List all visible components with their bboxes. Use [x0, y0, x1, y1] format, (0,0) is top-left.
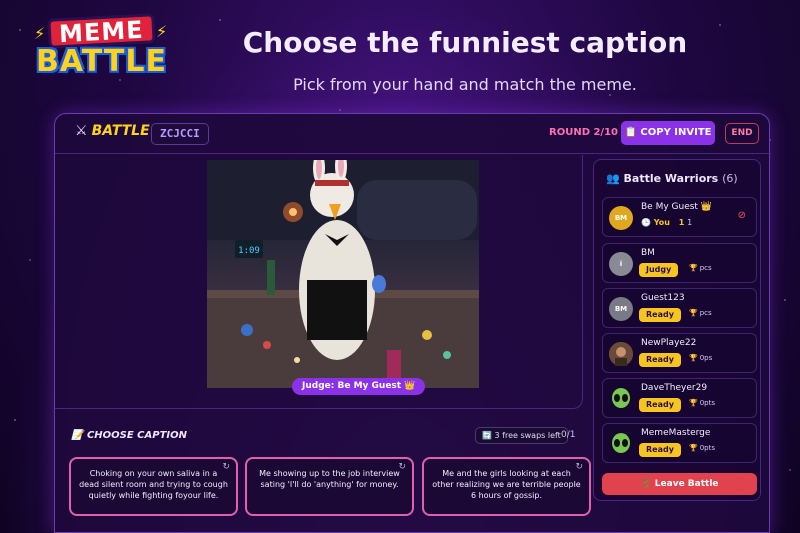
trophy-icon: 🏆: [689, 354, 698, 362]
player-name: BM: [641, 248, 655, 258]
crossed-swords-icon: ⚔: [75, 123, 88, 139]
lightning-bolt-icon: ⚡: [34, 24, 46, 43]
page-title: Choose the funniest caption: [242, 26, 688, 59]
player-you-tag: 🕒 You 1 1: [641, 218, 692, 227]
warriors-count: (6): [722, 172, 738, 185]
avatar: i: [609, 252, 633, 276]
swap-refresh-icon[interactable]: ↻: [575, 462, 583, 473]
lightning-bolt-icon: ⚡: [156, 22, 168, 41]
player-points: 🏆 pcs: [689, 309, 712, 317]
meme-illustration: 1:09: [207, 160, 479, 388]
avatar: BM: [609, 297, 633, 321]
free-swaps-button[interactable]: 🔄 3 free swaps left: [475, 427, 568, 444]
meme-area: 1:09 Judge: Be My Guest 👑: [55, 155, 583, 409]
player-row[interactable]: BM Guest123 Ready 🏆 pcs: [602, 288, 757, 328]
you-label: You: [653, 218, 670, 227]
status-badge: Ready: [639, 353, 681, 367]
alien-icon: [612, 433, 630, 453]
caption-card[interactable]: ↻ Me and the girls looking at each other…: [422, 457, 591, 516]
trophy-icon: 🏆: [689, 444, 698, 452]
caption-text: Me and the girls looking at each other r…: [432, 469, 581, 500]
game-panel: ⚔ BATTLE ZCJCCI ROUND 2/10 📋 COPY INVITE …: [54, 113, 771, 533]
svg-text:1:09: 1:09: [238, 246, 260, 256]
player-points: 🏆 0pts: [689, 399, 715, 407]
player-name: NewPlaye22: [641, 338, 697, 348]
meme-battle-logo: ⚡ MEME ⚡ BATTLE: [34, 13, 174, 86]
status-badge: Ready: [639, 398, 681, 412]
player-points-value: pcs: [699, 309, 712, 317]
judge-badge: Judge: Be My Guest 👑: [292, 378, 426, 395]
player-row[interactable]: BM Be My Guest 👑 🕒 You 1 1 ⊘: [602, 197, 757, 237]
trophy-icon: 🏆: [689, 309, 698, 317]
player-row[interactable]: i BM Judgy 🏆 pcs: [602, 243, 757, 283]
player-name-label: Be My Guest: [641, 202, 698, 212]
warriors-heading: 👥 Battle Warriors (6): [606, 172, 738, 185]
player-name: Be My Guest 👑: [641, 202, 712, 212]
logo-line2: BATTLE: [36, 44, 167, 79]
avatar: BM: [609, 206, 633, 230]
game-topbar: ⚔ BATTLE ZCJCCI ROUND 2/10 📋 COPY INVITE …: [55, 114, 771, 154]
trophy-icon: 🏆: [689, 264, 698, 272]
end-button[interactable]: END: [725, 123, 759, 144]
caption-card[interactable]: ↻ Choking on your own saliva in a dead s…: [69, 457, 238, 516]
player-points: 🏆 0ps: [689, 354, 712, 362]
warriors-sidebar: 👥 Battle Warriors (6) BM Be My Guest 👑 🕒…: [593, 159, 761, 501]
player-points-value: pcs: [699, 264, 712, 272]
status-badge: Judgy: [639, 263, 679, 277]
alien-avatar-icon: [609, 387, 633, 411]
clock-icon: 🕒: [641, 218, 654, 227]
player-points: 🏆 0pts: [689, 444, 715, 452]
trophy-icon: 🏆: [689, 399, 698, 407]
player-points-value: 0pts: [699, 399, 716, 407]
page-subtitle: Pick from your hand and match the meme.: [293, 75, 637, 94]
person-photo-avatar: [609, 342, 633, 366]
swap-refresh-icon[interactable]: ↻: [222, 462, 230, 473]
avatar: [609, 342, 633, 366]
room-code[interactable]: ZCJCCI: [151, 123, 209, 145]
status-badge: Ready: [639, 308, 681, 322]
swap-refresh-icon[interactable]: ↻: [398, 462, 406, 473]
people-icon: 👥: [606, 172, 624, 185]
player-points-value: 0pts: [699, 444, 716, 452]
caption-selection-count: 0/1: [561, 430, 576, 440]
copy-invite-button[interactable]: 📋 COPY INVITE: [621, 121, 715, 145]
caption-card[interactable]: ↻ Me showing up to the job interview sat…: [245, 457, 414, 516]
choose-caption-heading: 📝 CHOOSE CAPTION: [71, 430, 187, 441]
player-points: 🏆 pcs: [689, 264, 712, 272]
player-row[interactable]: MemeMasterge Ready 🏆 0pts: [602, 423, 757, 463]
player-row[interactable]: NewPlaye22 Ready 🏆 0ps: [602, 333, 757, 373]
round-indicator: ROUND 2/10: [549, 127, 618, 138]
player-name: MemeMasterge: [641, 428, 711, 438]
player-row[interactable]: DaveTheyer29 Ready 🏆 0pts: [602, 378, 757, 418]
choose-caption-label: CHOOSE CAPTION: [86, 430, 187, 441]
caption-text: Choking on your own saliva in a dead sil…: [79, 469, 228, 500]
warriors-title-label: Battle Warriors: [623, 172, 719, 185]
player-points: 1: [687, 218, 693, 227]
player-name: Guest123: [641, 293, 685, 303]
meme-image: 1:09: [207, 160, 479, 388]
battle-brand-label: BATTLE: [91, 123, 150, 139]
notepad-icon: 📝: [71, 430, 87, 441]
caption-text: Me showing up to the job interview satin…: [259, 469, 400, 489]
player-name: DaveTheyer29: [641, 383, 708, 393]
leave-battle-button[interactable]: 🚪 Leave Battle: [602, 473, 757, 495]
player-points-value: 0ps: [699, 354, 713, 362]
kick-player-icon[interactable]: ⊘: [738, 210, 746, 221]
battle-brand: ⚔ BATTLE: [75, 123, 150, 139]
crown-icon: 👑: [700, 202, 713, 212]
status-badge: Ready: [639, 443, 681, 457]
alien-icon: [612, 388, 630, 408]
alien-avatar-icon: [609, 432, 633, 456]
player-score: 1: [678, 218, 685, 227]
